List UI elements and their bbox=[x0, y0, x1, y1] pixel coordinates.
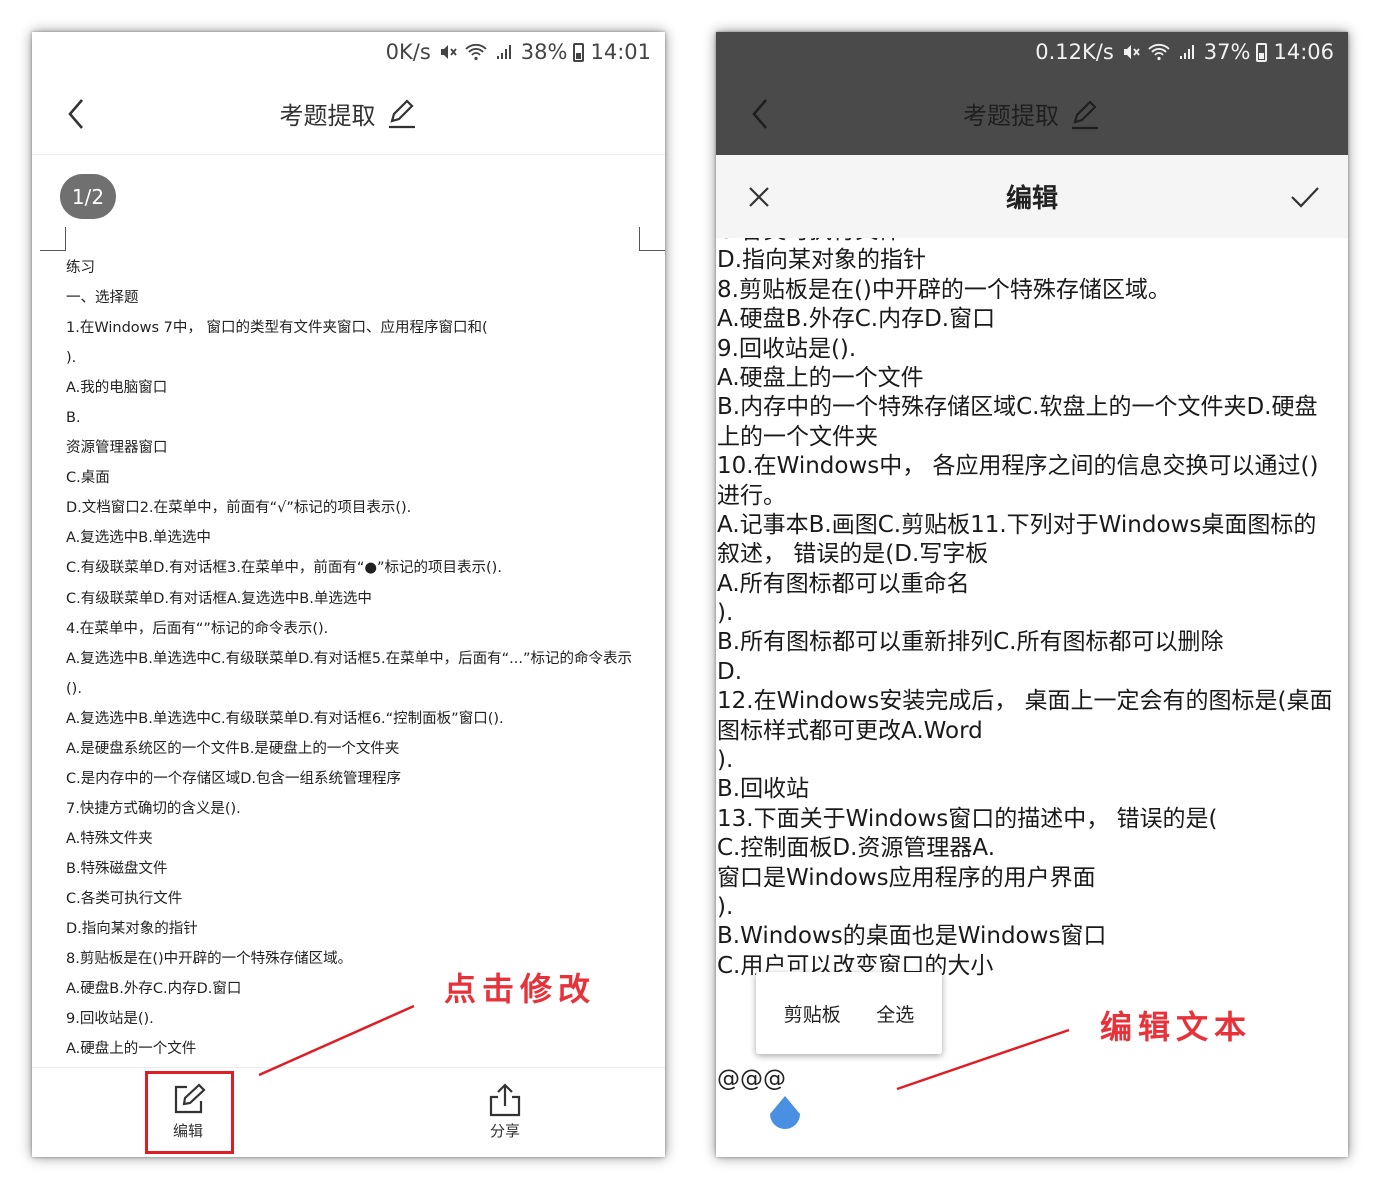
screenshot-canvas: 0K/s 38% 14:01 考题提取 1/2 练习一、选择题1.在Wind bbox=[0, 0, 1380, 1189]
annotation-edit-text: 编辑文本 bbox=[1100, 1008, 1253, 1046]
annotation-click-to-edit: 点击修改 bbox=[444, 970, 597, 1008]
